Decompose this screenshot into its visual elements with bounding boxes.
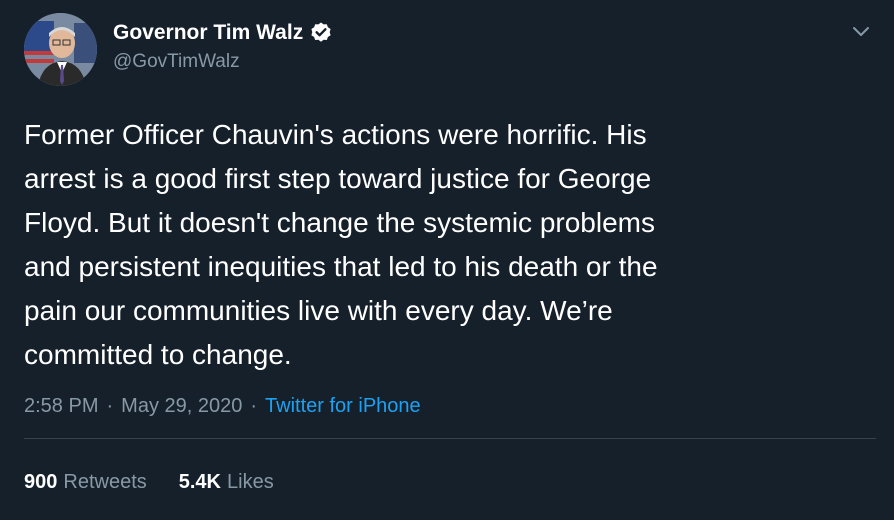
tweet-meta: 2:58 PM · May 29, 2020 · Twitter for iPh… — [24, 395, 421, 418]
retweets-label: Retweets — [63, 471, 147, 493]
tweet-date[interactable]: May 29, 2020 — [121, 395, 242, 418]
tweet-source-link[interactable]: Twitter for iPhone — [265, 395, 421, 418]
meta-separator: · — [106, 395, 114, 417]
likes-count: 5.4K — [178, 471, 221, 493]
tweet-card: Governor Tim Walz @GovTimWalz Former Off… — [0, 0, 894, 520]
avatar-image — [24, 13, 97, 86]
retweets-stat[interactable]: 900 Retweets — [24, 471, 147, 494]
author-name-row: Governor Tim Walz — [113, 19, 333, 47]
retweets-count: 900 — [24, 471, 58, 493]
verified-badge-icon — [309, 21, 333, 45]
likes-label: Likes — [227, 471, 274, 493]
meta-separator: · — [250, 395, 258, 417]
author-handle[interactable]: @GovTimWalz — [113, 51, 240, 73]
tweet-text: Former Officer Chauvin's actions were ho… — [24, 119, 658, 370]
divider — [24, 438, 876, 439]
tweet-stats: 900 Retweets 5.4K Likes — [24, 471, 274, 494]
likes-stat[interactable]: 5.4K Likes — [179, 471, 274, 494]
display-name[interactable]: Governor Tim Walz — [113, 21, 303, 45]
tweet-time[interactable]: 2:58 PM — [24, 395, 98, 418]
chevron-down-icon[interactable] — [850, 20, 872, 42]
avatar[interactable] — [24, 13, 97, 86]
